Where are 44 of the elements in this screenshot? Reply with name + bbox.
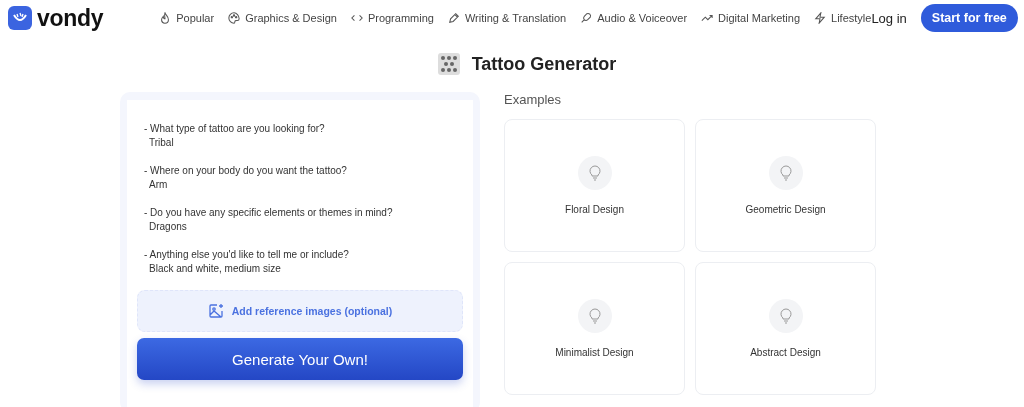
palette-icon: [228, 12, 241, 24]
example-label: Minimalist Design: [555, 347, 634, 358]
upload-button[interactable]: Add reference images (optional): [137, 290, 463, 332]
flame-icon: [159, 12, 172, 24]
image-add-icon: [207, 303, 224, 319]
nav-link[interactable]: Lifestyle: [814, 12, 872, 24]
start-button[interactable]: Start for free: [920, 4, 1018, 32]
nav-link[interactable]: Audio & Voiceover: [580, 12, 688, 24]
page-title: Tattoo Generator: [471, 53, 617, 75]
section-heading: Examples: [504, 92, 563, 107]
prompt-question: - Do you have any specific elements or themes in mind?: [144, 206, 394, 220]
pattern-icon: [437, 53, 460, 75]
example-card[interactable]: Abstract Design: [695, 262, 876, 395]
lightbulb-icon: [577, 299, 612, 333]
nav-link[interactable]: Programming: [350, 12, 434, 24]
nav-link[interactable]: Popular: [159, 12, 215, 24]
prompt-question: - Where on your body do you want the tattoo?: [144, 164, 348, 178]
trend-up-icon: [701, 12, 714, 24]
lightning-icon: [814, 12, 826, 24]
pen-nib-icon: [447, 12, 460, 24]
prompt-question: - What type of tattoo are you looking for?: [144, 122, 326, 136]
code-icon: [350, 12, 363, 24]
example-card[interactable]: Geometric Design: [695, 119, 876, 252]
brand-name: vondy: [37, 4, 104, 32]
prompt-answer: Arm: [148, 178, 169, 192]
lightbulb-icon: [768, 156, 803, 190]
generate-button[interactable]: Generate Your Own!: [137, 338, 463, 380]
microphone-icon: [580, 12, 593, 24]
example-label: Floral Design: [565, 204, 624, 215]
lightbulb-icon: [577, 156, 612, 190]
nav-link[interactable]: Writing & Translation: [447, 12, 567, 24]
prompt-answer: Tribal: [148, 136, 175, 150]
example-card[interactable]: Floral Design: [504, 119, 685, 252]
nav-link[interactable]: Graphics & Design: [228, 12, 337, 24]
login-link[interactable]: Log in: [871, 10, 907, 26]
example-label: Geometric Design: [745, 204, 826, 215]
prompt-answer: Dragons: [148, 220, 188, 234]
prompt-answer: Black and white, medium size: [148, 262, 282, 276]
nav-link[interactable]: Digital Marketing: [701, 12, 800, 24]
vondy-logo-icon[interactable]: [8, 6, 32, 30]
example-label: Abstract Design: [750, 347, 821, 358]
prompt-question: - Anything else you'd like to tell me or include?: [144, 248, 350, 262]
lightbulb-icon: [768, 299, 803, 333]
example-card[interactable]: Minimalist Design: [504, 262, 685, 395]
